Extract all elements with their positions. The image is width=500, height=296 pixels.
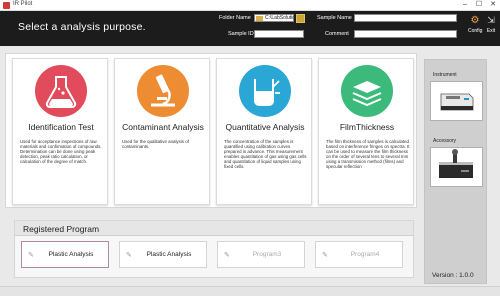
card-title: Identification Test	[28, 122, 94, 132]
card-title: Contaminant Analysis	[122, 122, 204, 132]
exit-door-icon: ⇲	[487, 15, 495, 25]
version-label: Version : 1.0.0	[432, 272, 474, 279]
film-layers-icon	[341, 65, 393, 117]
edit-icon: ✎	[224, 252, 230, 259]
beaker-icon	[239, 65, 291, 117]
instrument-side-panel: Instrument Accessory Version : 1.0.0	[424, 59, 487, 284]
gear-icon: ⚙	[470, 15, 480, 26]
folder-icon	[256, 16, 263, 21]
program-button-3[interactable]: ✎ Program3	[217, 241, 305, 268]
program-label: Plastic Analysis	[48, 251, 94, 258]
card-description: The film thickness of samples is calcula…	[326, 139, 410, 170]
accessory-label: Accessory	[433, 138, 457, 144]
atr-accessory-image	[431, 148, 482, 186]
card-description: Used for the qualitative analysis of con…	[122, 139, 189, 150]
instrument-thumbnail[interactable]	[430, 81, 483, 121]
restore-button[interactable]: ☐	[472, 0, 486, 10]
browse-folder-button[interactable]	[296, 14, 305, 23]
sample-name-field[interactable]	[354, 14, 457, 22]
card-description: The concentration of the samples is quan…	[224, 139, 307, 170]
edit-icon: ✎	[28, 252, 34, 259]
card-contaminant-analysis[interactable]: Contaminant Analysis Used for the qualit…	[114, 58, 210, 205]
card-description: Used for acceptance inspections of raw m…	[20, 139, 102, 165]
config-button[interactable]: ⚙ Config	[468, 14, 482, 40]
sample-name-label: Sample Name	[317, 15, 352, 21]
minimize-button[interactable]: –	[458, 0, 472, 10]
comment-label: Comment	[325, 31, 349, 37]
exit-label: Exit	[486, 28, 496, 34]
card-title: Quantitative Analysis	[225, 122, 305, 132]
status-bar	[0, 286, 500, 296]
registered-program-panel: Registered Program ✎ Plastic Analysis ✎ …	[14, 220, 414, 278]
window-titlebar: IR Pilot – ☐ ✕	[0, 0, 500, 11]
flask-icon	[35, 65, 87, 117]
card-quantitative-analysis[interactable]: Quantitative Analysis The concentration …	[216, 58, 312, 205]
folder-name-label: Folder Name	[219, 15, 251, 21]
instrument-label: Instrument	[433, 72, 457, 78]
edit-icon: ✎	[322, 252, 328, 259]
folder-name-field[interactable]: C:\LabSolutions\I	[254, 14, 303, 22]
main-area: Identification Test Used for acceptance …	[0, 46, 500, 286]
accessory-thumbnail[interactable]	[430, 147, 483, 187]
program-label: Plastic Analysis	[146, 251, 192, 258]
sample-id-field[interactable]	[254, 30, 304, 38]
config-label: Config	[468, 28, 483, 34]
registered-program-title: Registered Program	[23, 224, 100, 234]
comment-field[interactable]	[354, 30, 457, 38]
microscope-icon	[137, 65, 189, 117]
exit-button[interactable]: ⇲ Exit	[484, 14, 498, 40]
header-bar: Select a analysis purpose. Folder Name C…	[0, 11, 500, 46]
app-icon	[3, 2, 10, 9]
program-label: Program3	[252, 251, 282, 258]
registered-program-header: Registered Program	[15, 221, 413, 236]
program-button-2[interactable]: ✎ Plastic Analysis	[119, 241, 207, 268]
analysis-cards-panel: Identification Test Used for acceptance …	[5, 53, 417, 208]
window-title: IR Pilot	[13, 1, 33, 7]
spectrometer-image	[431, 82, 482, 120]
close-window-button[interactable]: ✕	[486, 0, 500, 10]
card-title: FilmThickness	[339, 122, 395, 132]
purpose-prompt: Select a analysis purpose.	[18, 21, 146, 33]
card-identification-test[interactable]: Identification Test Used for acceptance …	[12, 58, 108, 205]
card-film-thickness[interactable]: FilmThickness The film thickness of samp…	[318, 58, 414, 205]
program-button-4[interactable]: ✎ Program4	[315, 241, 403, 268]
program-label: Program4	[350, 251, 380, 258]
program-button-1[interactable]: ✎ Plastic Analysis	[21, 241, 109, 268]
edit-icon: ✎	[126, 252, 132, 259]
sample-id-label: Sample ID	[228, 31, 254, 37]
